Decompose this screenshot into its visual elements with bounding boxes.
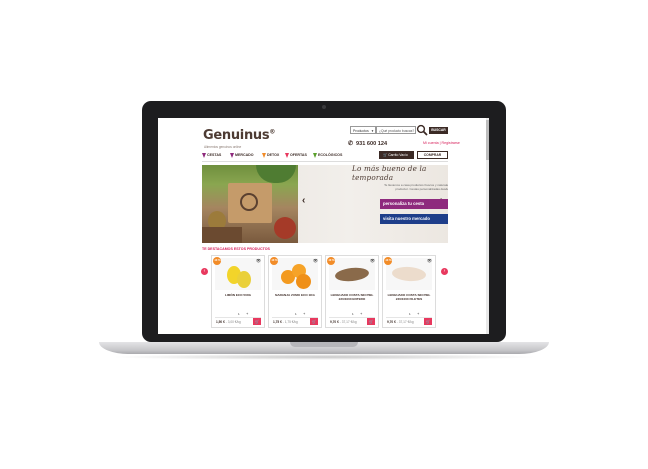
eye-icon[interactable]: 👁	[370, 258, 375, 263]
quantity-value[interactable]: 1	[295, 312, 297, 316]
add-to-cart-icon[interactable]: 🛒	[424, 318, 432, 325]
camera-icon	[322, 105, 326, 109]
laptop-shadow	[110, 354, 538, 360]
laptop-screen: Genuinus® Alimentos genuinos online Prod…	[158, 118, 489, 334]
product-image[interactable]	[386, 258, 432, 290]
add-to-cart-icon[interactable]: 🛒	[253, 318, 261, 325]
products-prev-arrow[interactable]: ‹	[201, 268, 208, 275]
cestas-marker-icon	[202, 153, 206, 158]
product-card[interactable]: -10 % 👁 LENGUADO COSTA SIN PIEL 220/1000…	[325, 255, 379, 328]
nav-item-cestas[interactable]: CESTAS	[207, 152, 221, 159]
discount-badge: -10 %	[327, 257, 335, 265]
account-link[interactable]: Mi cuenta	[423, 141, 439, 145]
product-name[interactable]: LENGUADO COSTA SIN PIEL 220/1000 ENTERO	[328, 293, 376, 301]
product-price: 9,70 € - 37,17 €/kg	[387, 320, 414, 324]
banner-text: Te llevamos a casa productos frescos y n…	[384, 183, 448, 192]
phone-number: ✆ 931 600 124	[348, 141, 388, 147]
checkout-button[interactable]: COMPRAR	[417, 151, 448, 159]
laptop-notch	[290, 342, 358, 347]
product-image[interactable]	[272, 258, 318, 290]
quantity-value[interactable]: 1	[409, 312, 411, 316]
site-tagline: Alimentos genuinos online	[204, 145, 242, 149]
nav-item-ecologicos[interactable]: ECOLÓGICOS	[318, 152, 342, 159]
search-icon[interactable]	[416, 124, 428, 136]
mercado-marker-icon	[230, 153, 234, 158]
fish-shape	[334, 266, 370, 283]
quantity-value[interactable]: 1	[352, 312, 354, 316]
add-to-cart-icon[interactable]: 🛒	[310, 318, 318, 325]
product-name[interactable]: NARANJA ZUMO ECO 1KG	[271, 293, 319, 297]
site-logo[interactable]: Genuinus®	[203, 128, 275, 143]
hero-banner: ‹ › Lo más bueno de la temporada Te llev…	[202, 165, 448, 243]
products-next-arrow[interactable]: ›	[441, 268, 448, 275]
banner-title: Lo más bueno de la temporada	[352, 165, 427, 182]
product-name[interactable]: LENGUADO COSTA SIN PIEL 220/1000 FILETES	[385, 293, 433, 301]
plus-icon[interactable]: +	[417, 311, 419, 316]
meat-shape	[274, 217, 296, 239]
phone-icon: ✆	[348, 141, 354, 147]
ofertas-marker-icon	[285, 153, 289, 158]
search-button[interactable]: BUSCAR	[429, 127, 448, 134]
product-card[interactable]: -10 % 👁 LIMÓN ECO 500G 1 + 1,50 € - 3,00…	[211, 255, 265, 328]
product-price: 1,50 € - 3,00 €/kg	[216, 320, 241, 324]
scrollbar-thumb[interactable]	[486, 120, 489, 160]
nav-item-mercado[interactable]: MERCADO	[235, 152, 254, 159]
discount-badge: -10 %	[213, 257, 221, 265]
hero-photo	[202, 165, 298, 243]
quantity-value[interactable]: 1	[238, 312, 240, 316]
eye-icon[interactable]: 👁	[427, 258, 432, 263]
register-link[interactable]: Registrarse	[442, 141, 460, 145]
detox-marker-icon	[262, 153, 266, 158]
search-category-select[interactable]: Productos ▼	[350, 126, 376, 134]
orange-shape	[296, 274, 311, 289]
greens-shape	[256, 165, 296, 183]
lemon-shape	[237, 271, 251, 288]
fillet-shape	[391, 265, 427, 283]
account-links: Mi cuenta | Registrarse	[423, 141, 460, 145]
product-card[interactable]: -10 % 👁 NARANJA ZUMO ECO 1KG 1 + 1,75 € …	[268, 255, 322, 328]
product-image[interactable]	[329, 258, 375, 290]
plus-icon[interactable]: +	[246, 311, 248, 316]
banner-prev-arrow[interactable]: ‹	[302, 195, 305, 206]
discount-badge: -10 %	[384, 257, 392, 265]
cart-button[interactable]: 🛒 Carrito Vacío	[379, 151, 414, 159]
add-to-cart-icon[interactable]: 🛒	[367, 318, 375, 325]
cart-icon: 🛒	[383, 153, 388, 157]
nav-item-detox[interactable]: DETOX	[267, 152, 279, 159]
ecologicos-marker-icon	[313, 153, 317, 158]
product-price: 1,75 € - 1,75 €/kg	[273, 320, 298, 324]
discount-badge: -10 %	[270, 257, 278, 265]
product-card[interactable]: -10 % 👁 LENGUADO COSTA SIN PIEL 220/1000…	[382, 255, 436, 328]
visit-market-button[interactable]: visita nuestro mercado›	[380, 214, 448, 224]
plus-icon[interactable]: +	[303, 311, 305, 316]
eye-icon[interactable]: 👁	[256, 258, 261, 263]
eye-icon[interactable]: 👁	[313, 258, 318, 263]
featured-title: TE DESTACAMOS ESTOS PRODUCTOS	[202, 247, 270, 251]
product-name[interactable]: LIMÓN ECO 500G	[214, 293, 262, 297]
chevron-down-icon: ▼	[371, 129, 374, 133]
plus-icon[interactable]: +	[360, 311, 362, 316]
product-image[interactable]	[215, 258, 261, 290]
nav-divider	[202, 161, 448, 162]
nav-item-ofertas[interactable]: OFERTAS	[290, 152, 307, 159]
search-input[interactable]: ¿Qué producto buscas?	[376, 126, 416, 134]
product-price: 9,70 € - 37,17 €/kg	[330, 320, 357, 324]
box-logo-icon	[240, 193, 258, 211]
customize-basket-button[interactable]: personaliza tu cesta›	[380, 199, 448, 209]
table-shape	[202, 227, 242, 243]
